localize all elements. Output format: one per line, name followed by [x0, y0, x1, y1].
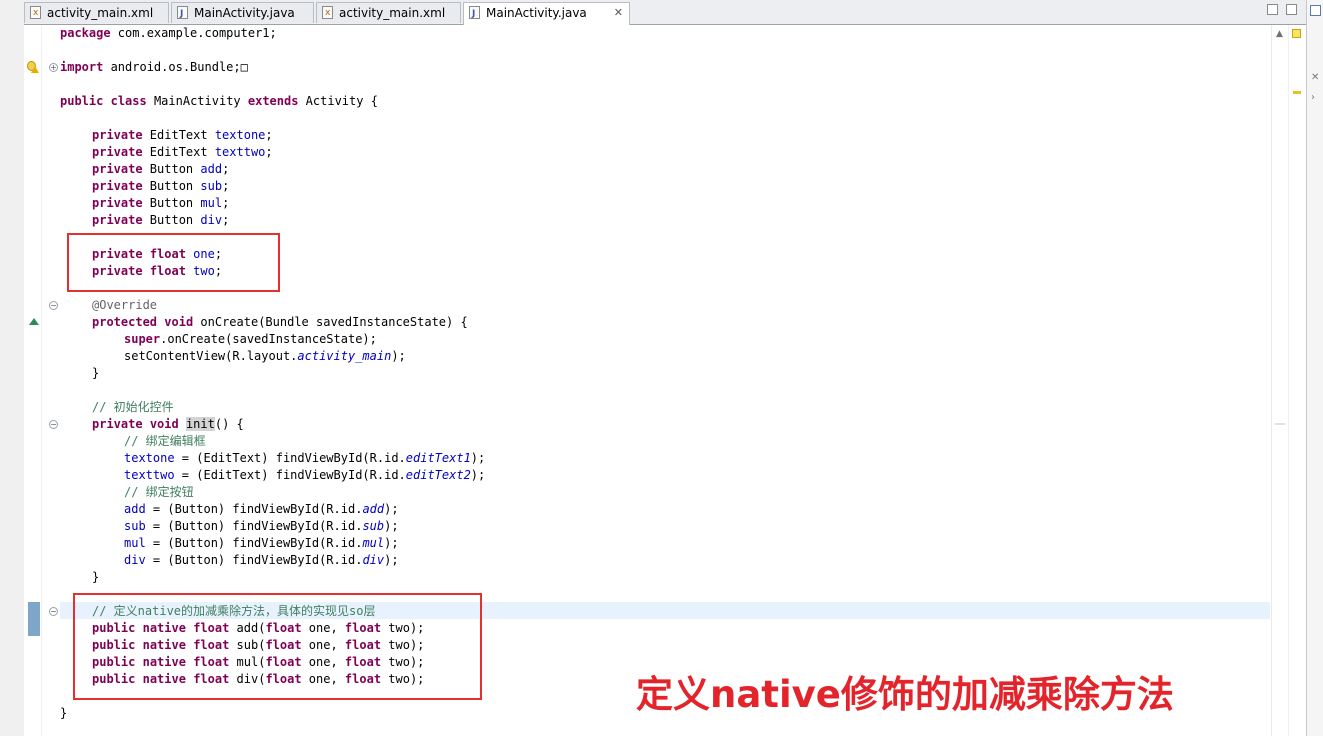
collapse-fold-icon[interactable]: − [49, 301, 58, 310]
close-icon[interactable]: ✕ [1311, 72, 1319, 83]
code-line: // 初始化控件 [92, 400, 174, 414]
code-line: @Override [92, 298, 158, 312]
code-line: private Button mul; [92, 196, 230, 210]
code-line: add = (Button) findViewById(R.id.add); [124, 502, 399, 516]
override-triangle-icon[interactable] [29, 318, 39, 325]
collapsed-imports-box[interactable]: □ [241, 60, 248, 74]
code-line: mul = (Button) findViewById(R.id.mul); [124, 536, 399, 550]
chevron-right-icon[interactable]: › [1311, 92, 1315, 103]
code-line: private EditText textone; [92, 128, 273, 142]
code-line: texttwo = (EditText) findViewById(R.id.e… [124, 468, 486, 482]
tab-mainactivity-java-active[interactable]: MainActivity.java ✕ [463, 2, 630, 25]
tab-label: MainActivity.java [194, 6, 295, 20]
highlight-box-native-methods [73, 593, 482, 700]
code-line: public class MainActivity extends Activi… [60, 94, 378, 108]
folding-column [42, 25, 58, 736]
code-line: protected void onCreate(Bundle savedInst… [92, 315, 468, 329]
collapse-fold-icon[interactable]: − [49, 607, 58, 616]
vertical-scrollbar[interactable]: ▲ [1271, 25, 1288, 736]
warning-summary-icon[interactable] [1292, 29, 1301, 38]
outline-view-icon[interactable] [1310, 5, 1321, 16]
left-side-panel [0, 0, 25, 736]
tab-mainactivity-java-1[interactable]: MainActivity.java [171, 2, 314, 24]
java-file-icon [177, 4, 188, 24]
code-line: } [60, 706, 68, 720]
code-line: // 绑定编辑框 [124, 434, 206, 448]
tab-label: activity_main.xml [339, 6, 446, 20]
xml-file-icon [30, 3, 41, 23]
tab-label: MainActivity.java [486, 6, 587, 20]
maximize-icon[interactable] [1286, 4, 1297, 15]
code-line: setContentView(R.layout.activity_main); [124, 349, 406, 363]
close-tab-icon[interactable]: ✕ [614, 3, 623, 23]
code-line: package com.example.computer1; [60, 26, 277, 40]
expand-fold-icon[interactable]: + [49, 63, 58, 72]
code-line: private void init() { [92, 417, 244, 431]
java-file-icon [469, 4, 480, 24]
code-line: super.onCreate(savedInstanceState); [124, 332, 377, 346]
current-line-marker [28, 602, 40, 636]
code-line: div = (Button) findViewById(R.id.div); [124, 553, 399, 567]
warning-bulb-icon[interactable] [26, 61, 39, 74]
code-line: import android.os.Bundle;□ [60, 60, 248, 74]
code-line: // 绑定按钮 [124, 485, 194, 499]
code-line: sub = (Button) findViewById(R.id.sub); [124, 519, 399, 533]
tab-activity-main-xml-1[interactable]: activity_main.xml [24, 2, 169, 23]
code-line: private Button add; [92, 162, 230, 176]
editor-tab-bar: activity_main.xml MainActivity.java acti… [24, 0, 1306, 25]
code-line: private Button div; [92, 213, 230, 227]
collapse-fold-icon[interactable]: − [49, 420, 58, 429]
code-line: } [92, 570, 100, 584]
right-side-panel: ✕ › [1306, 0, 1323, 736]
code-line: private Button sub; [92, 179, 230, 193]
minimize-icon[interactable] [1267, 4, 1278, 15]
warning-mark[interactable] [1293, 91, 1301, 94]
scroll-tick [1275, 423, 1285, 425]
code-line: } [92, 366, 100, 380]
tab-activity-main-xml-2[interactable]: activity_main.xml [316, 2, 461, 23]
annotation-caption: 定义native修饰的加减乘除方法 [636, 673, 1174, 716]
overview-ruler[interactable] [1288, 25, 1306, 736]
xml-file-icon [322, 3, 333, 23]
code-line: textone = (EditText) findViewById(R.id.e… [124, 451, 486, 465]
tab-label: activity_main.xml [47, 6, 154, 20]
scroll-up-arrow-icon[interactable]: ▲ [1276, 29, 1283, 39]
highlight-box-float-fields [67, 233, 280, 292]
code-line: private EditText texttwo; [92, 145, 273, 159]
